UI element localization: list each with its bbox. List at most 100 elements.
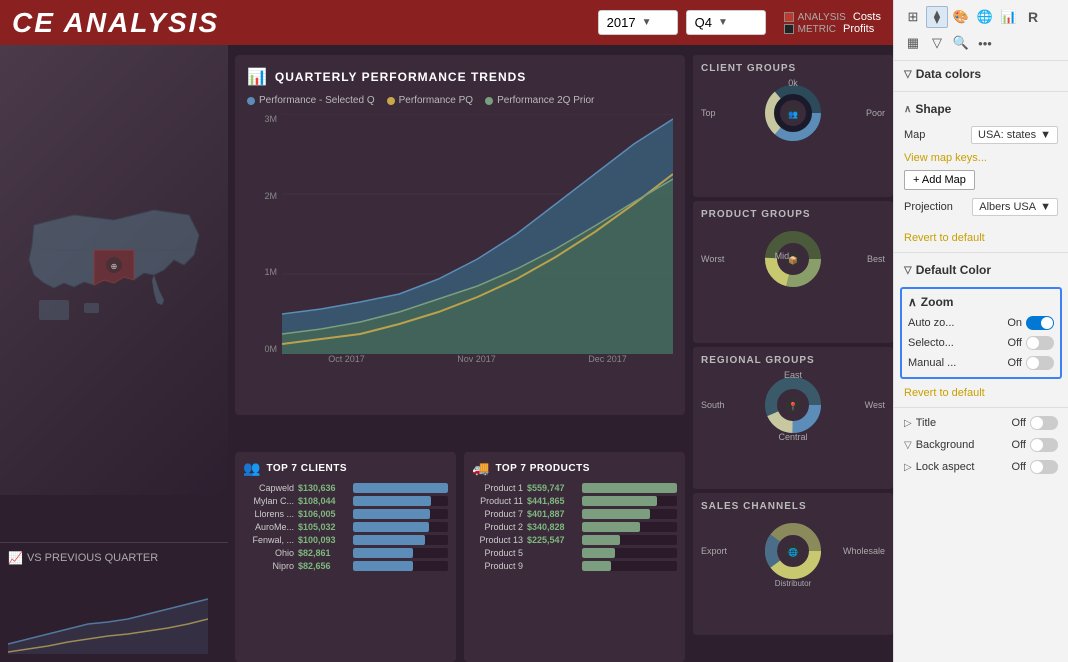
- divider-3: [894, 407, 1068, 408]
- map-dropdown[interactable]: USA: states ▼: [971, 126, 1058, 144]
- lock-aspect-toggle[interactable]: [1030, 460, 1058, 474]
- client-groups-card: CLIENT GROUPS 0k 👥 Poor Top: [693, 55, 893, 197]
- data-colors-header[interactable]: ▽ Data colors: [894, 61, 1068, 87]
- shape-content: Map USA: states ▼ View map keys... + Add…: [894, 122, 1068, 228]
- main-area: CE ANALYSIS 2017 ▼ Q4 ▼ ANALYSIS Costs: [0, 0, 893, 662]
- client-bar-container: [353, 522, 448, 532]
- product-bar: [582, 496, 657, 506]
- client-value: $130,636: [298, 483, 353, 493]
- toolbar-grid-icon[interactable]: ▦: [902, 32, 924, 54]
- quarter-dropdown[interactable]: Q4 ▼: [686, 10, 766, 35]
- title-chevron: ▷: [904, 418, 912, 429]
- toolbar-globe-icon[interactable]: 🌐: [974, 6, 996, 28]
- client-bar-container: [353, 561, 448, 571]
- table-row: Fenwal, ... $100,093: [243, 535, 448, 545]
- product-bar: [582, 535, 620, 545]
- chart-canvas: [282, 114, 673, 354]
- shape-section: ∧ Shape Map USA: states ▼ View map keys.…: [894, 96, 1068, 248]
- toolbar-row-1: ⊞ ⧫ 🎨 🌐 📊 R: [902, 6, 1060, 28]
- table-row: Product 13 $225,547: [472, 535, 677, 545]
- title-section-header[interactable]: ▷ Title: [904, 417, 936, 429]
- client-donut-svg: 👥: [753, 83, 833, 143]
- quarter-value: Q4: [695, 15, 712, 30]
- client-value: $106,005: [298, 509, 353, 519]
- selection-row: Selecto... Off: [908, 333, 1054, 353]
- table-row: AuroMe... $105,032: [243, 522, 448, 532]
- client-bar: [353, 522, 429, 532]
- background-toggle[interactable]: [1030, 438, 1058, 452]
- selection-toggle[interactable]: [1026, 336, 1054, 350]
- client-value: $100,093: [298, 535, 353, 545]
- manual-toggle-container: Off: [1008, 356, 1054, 370]
- title-toggle[interactable]: [1030, 416, 1058, 430]
- add-map-button[interactable]: + Add Map: [904, 170, 975, 190]
- revert-default-link-2[interactable]: Revert to default: [894, 383, 1068, 403]
- lock-aspect-section-header[interactable]: ▷ Lock aspect: [904, 461, 974, 473]
- default-color-chevron: ▽: [904, 265, 912, 276]
- year-value: 2017: [607, 15, 636, 30]
- table-row: Ohio $82,861: [243, 548, 448, 558]
- product-bar-container: [582, 561, 677, 571]
- toolbar-ellipsis-icon[interactable]: •••: [974, 32, 996, 54]
- svg-text:👥: 👥: [788, 110, 798, 119]
- product-name: Product 2: [472, 522, 527, 532]
- sparkline: [8, 565, 220, 654]
- toolbar-lens-icon[interactable]: 🔍: [950, 32, 972, 54]
- chart-legend: Performance - Selected Q Performance PQ …: [247, 95, 673, 106]
- manual-row: Manual ... Off: [908, 353, 1054, 373]
- table-row: Nipro $82,656: [243, 561, 448, 571]
- table-row: Product 2 $340,828: [472, 522, 677, 532]
- costs-dot: [784, 12, 794, 22]
- toolbar-paint-icon[interactable]: 🎨: [950, 6, 972, 28]
- product-bar: [582, 509, 650, 519]
- selection-toggle-container: Off: [1008, 336, 1054, 350]
- shape-header[interactable]: ∧ Shape: [894, 96, 1068, 122]
- map-area: ⊕: [0, 45, 228, 495]
- divider-2: [894, 252, 1068, 253]
- map-dropdown-arrow: ▼: [1040, 129, 1051, 141]
- client-bar-container: [353, 509, 448, 519]
- title-toggle-container: Off: [1012, 416, 1058, 430]
- product-bar-container: [582, 509, 677, 519]
- title-knob: [1031, 417, 1043, 429]
- lock-aspect-chevron: ▷: [904, 462, 912, 473]
- background-section-header[interactable]: ▽ Background: [904, 439, 974, 451]
- toolbar-table-icon[interactable]: ⊞: [902, 6, 924, 28]
- sales-donut: Export Wholesale Distributor 🌐: [701, 516, 885, 586]
- year-dropdown-arrow: ▼: [642, 17, 652, 28]
- product-value: $340,828: [527, 522, 582, 532]
- costs-label: ANALYSIS Costs: [798, 11, 881, 23]
- table-row: Product 1 $559,747: [472, 483, 677, 493]
- map-placeholder: ⊕: [0, 45, 228, 495]
- default-color-header[interactable]: ▽ Default Color: [894, 257, 1068, 283]
- manual-toggle[interactable]: [1026, 356, 1054, 370]
- revert-default-link-1[interactable]: Revert to default: [894, 228, 1068, 248]
- projection-dropdown[interactable]: Albers USA ▼: [972, 198, 1058, 216]
- page-title: CE ANALYSIS: [12, 7, 219, 39]
- background-row: ▽ Background Off: [894, 434, 1068, 456]
- toolbar-r-icon[interactable]: R: [1022, 6, 1044, 28]
- auto-zoom-toggle[interactable]: [1026, 316, 1054, 330]
- right-column: CLIENT GROUPS 0k 👥 Poor Top PRODUCT GROU…: [693, 55, 893, 635]
- client-value: $108,044: [298, 496, 353, 506]
- product-value: $225,547: [527, 535, 582, 545]
- table-row: Mylan C... $108,044: [243, 496, 448, 506]
- toolbar-analytics-icon[interactable]: 📊: [998, 6, 1020, 28]
- background-toggle-container: Off: [1012, 438, 1058, 452]
- table-row: Capweld $130,636: [243, 483, 448, 493]
- year-dropdown[interactable]: 2017 ▼: [598, 10, 678, 35]
- lock-aspect-knob: [1031, 461, 1043, 473]
- svg-text:🌐: 🌐: [788, 547, 798, 557]
- product-name: Product 11: [472, 496, 527, 506]
- toolbar-funnel-icon[interactable]: ▽: [926, 32, 948, 54]
- product-groups-card: PRODUCT GROUPS Best Worst Mid 📦: [693, 201, 893, 343]
- product-bar: [582, 483, 677, 493]
- shape-chevron: ∧: [904, 104, 911, 115]
- card-header: 📊 QUARTERLY PERFORMANCE TRENDS: [247, 67, 673, 87]
- view-map-keys-link[interactable]: View map keys...: [904, 152, 987, 164]
- svg-text:📍: 📍: [788, 401, 798, 411]
- zoom-header[interactable]: ∧ Zoom: [908, 293, 1054, 313]
- client-name: Fenwal, ...: [243, 535, 298, 545]
- legend-green-dot: [485, 97, 493, 105]
- toolbar-filter-icon[interactable]: ⧫: [926, 6, 948, 28]
